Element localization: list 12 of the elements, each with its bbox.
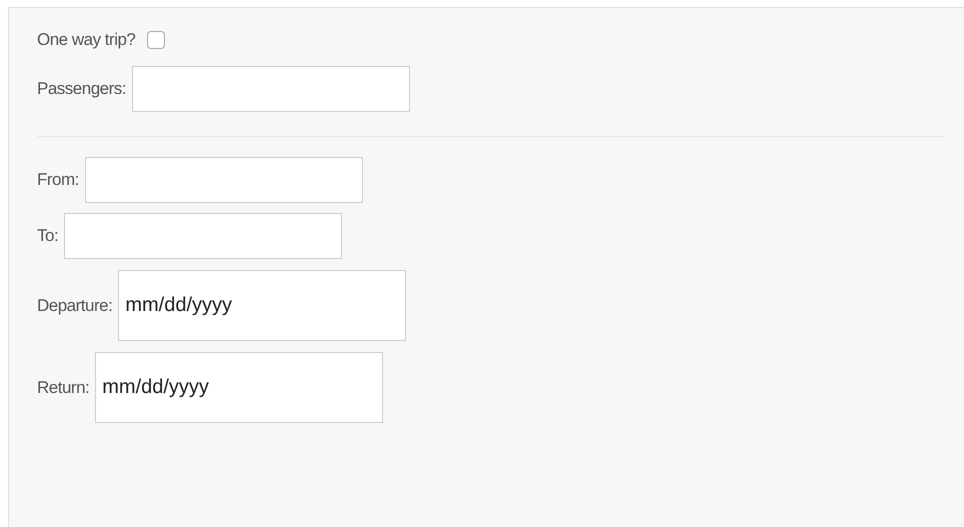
date-field[interactable]: mm/dd/yyyy <box>118 270 406 341</box>
input-field[interactable] <box>132 66 410 112</box>
field-label: Return: <box>37 376 90 399</box>
date-field[interactable]: mm/dd/yyyy <box>95 352 384 423</box>
field-label: To: <box>37 225 58 248</box>
field-label: From: <box>37 169 79 192</box>
input-field[interactable] <box>64 213 342 259</box>
checkbox[interactable] <box>147 31 166 49</box>
field-label: Departure: <box>37 294 112 317</box>
field-label: One way trip? <box>37 29 136 52</box>
field-label: Passengers: <box>37 78 126 100</box>
input-field[interactable] <box>84 157 363 203</box>
